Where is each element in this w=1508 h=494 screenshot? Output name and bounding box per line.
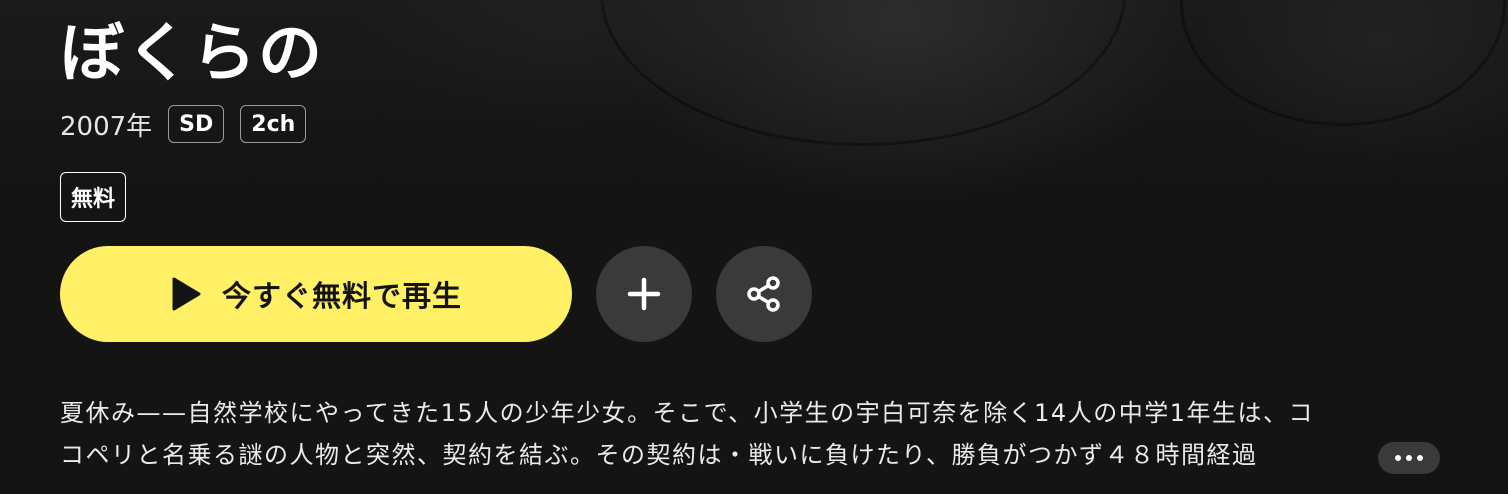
play-button-label: 今すぐ無料で再生 [221, 281, 462, 313]
free-badge: 無料 [60, 172, 127, 222]
quality-badge: SD [168, 105, 225, 143]
share-button[interactable] [716, 246, 812, 342]
backdrop-shape [1180, 0, 1506, 126]
release-year: 2007年 [60, 111, 153, 142]
play-icon [170, 276, 202, 312]
plus-icon [626, 276, 662, 312]
audio-badge: 2ch [240, 105, 307, 143]
synopsis-line-2: コペリと名乗る謎の人物と突然、契約を結ぶ。その契約は・戦いに負けたり、勝負がつか… [60, 441, 1258, 469]
ellipsis-icon [1394, 454, 1424, 462]
expand-synopsis-button[interactable] [1378, 442, 1440, 474]
action-bar: 今すぐ無料で再生 [60, 246, 812, 342]
title-detail-screen: ぼくらの 2007年 SD 2ch 無料 今すぐ無料で再生 夏休み——自然学校に… [0, 0, 1508, 494]
backdrop-shape [600, 0, 1126, 146]
share-icon [744, 274, 784, 314]
page-title: ぼくらの [60, 17, 324, 91]
synopsis-line-1: 夏休み——自然学校にやってきた15人の少年少女。そこで、小学生の宇白可奈を除く1… [60, 399, 1314, 427]
synopsis-line-2-wrap: コペリと名乗る謎の人物と突然、契約を結ぶ。その契約は・戦いに負けたり、勝負がつか… [60, 434, 1440, 476]
synopsis: 夏休み——自然学校にやってきた15人の少年少女。そこで、小学生の宇白可奈を除く1… [60, 392, 1440, 476]
add-to-list-button[interactable] [596, 246, 692, 342]
meta-row: 2007年 SD 2ch [60, 103, 307, 145]
play-free-button[interactable]: 今すぐ無料で再生 [60, 246, 572, 342]
